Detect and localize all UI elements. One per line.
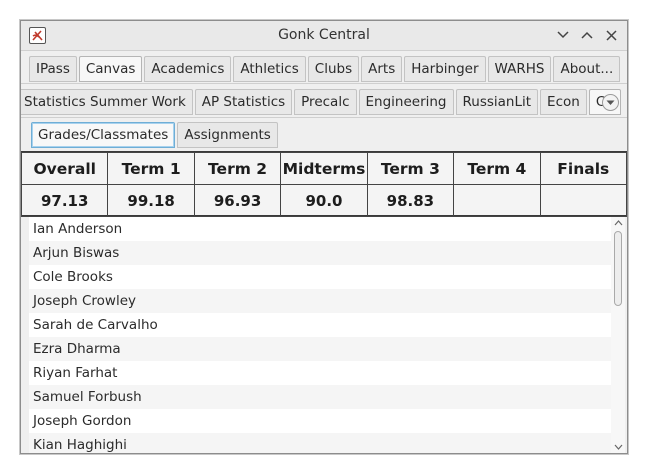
window-title: Gonk Central <box>278 27 370 43</box>
list-item[interactable]: Ezra Dharma <box>29 337 611 361</box>
sub-tab-bar: Grades/Classmates Assignments <box>21 118 627 150</box>
list-item[interactable]: Cole Brooks <box>29 265 611 289</box>
vertical-scrollbar[interactable] <box>611 217 625 453</box>
grade-value-term-2: 96.93 <box>193 184 282 217</box>
title-bar[interactable]: Gonk Central <box>21 21 627 51</box>
classmates-list[interactable]: Ian Anderson Arjun Biswas Cole Brooks Josep… <box>29 217 625 453</box>
tab-athletics[interactable]: Athletics <box>233 56 306 82</box>
grade-header-term-4: Term 4 <box>453 152 541 185</box>
grade-header-finals: Finals <box>539 152 627 185</box>
tab-overflow-chevron-down-icon[interactable] <box>602 94 619 111</box>
tab-clubs[interactable]: Clubs <box>307 56 360 82</box>
list-item[interactable]: Riyan Farhat <box>29 361 611 385</box>
list-item[interactable]: Kian Haghighi <box>29 433 611 453</box>
subtab-assignments[interactable]: Assignments <box>177 122 278 148</box>
scrollbar-thumb[interactable] <box>614 231 622 306</box>
grade-header-term-2: Term 2 <box>193 152 282 185</box>
list-item[interactable]: Samuel Forbush <box>29 385 611 409</box>
grade-header-term-1: Term 1 <box>107 152 195 185</box>
grade-value-term-4 <box>453 184 541 217</box>
scroll-up-icon[interactable] <box>613 218 623 228</box>
grade-value-midterms: 90.0 <box>280 184 368 217</box>
grade-value-term-3: 98.83 <box>366 184 455 217</box>
tab-academics[interactable]: Academics <box>144 56 232 82</box>
tab-precalc[interactable]: Precalc <box>294 89 357 115</box>
close-icon[interactable] <box>603 26 619 44</box>
tab-statistics-summer-work[interactable]: Statistics Summer Work <box>21 89 193 115</box>
tab-about[interactable]: About... <box>553 56 621 82</box>
grade-header-term-3: Term 3 <box>366 152 455 185</box>
list-item[interactable]: Sarah de Carvalho <box>29 313 611 337</box>
grade-header-midterms: Midterms <box>280 152 368 185</box>
main-tab-bar: IPass Canvas Academics Athletics Clubs Arts Ha… <box>21 51 627 84</box>
tab-russianlit[interactable]: RussianLit <box>455 89 539 115</box>
grades-table: Overall Term 1 Term 2 Midterms Term 3 Term 4F… <box>21 151 627 217</box>
grade-header-overall: Overall <box>21 152 109 185</box>
minimize-icon[interactable] <box>555 26 571 44</box>
subtab-grades-classmates[interactable]: Grades/Classmates <box>31 122 176 148</box>
list-item[interactable]: Arjun Biswas <box>29 241 611 265</box>
list-item[interactable]: Ian Anderson <box>29 217 611 241</box>
tab-harbinger[interactable]: Harbinger <box>404 56 486 82</box>
maximize-icon[interactable] <box>579 26 595 44</box>
tab-arts[interactable]: Arts <box>361 56 403 82</box>
tab-warhs[interactable]: WARHS <box>487 56 552 82</box>
tab-ap-statistics[interactable]: AP Statistics <box>194 89 293 115</box>
tab-econ[interactable]: Econ <box>540 89 587 115</box>
tab-canvas[interactable]: Canvas <box>78 56 143 82</box>
grade-value-term-1: 99.18 <box>107 184 195 217</box>
list-item[interactable]: Joseph Gordon <box>29 409 611 433</box>
app-window: Gonk Central IPass Canvas Academics Athleti… <box>20 20 628 454</box>
course-tab-bar: Statistics Summer Work AP Statistics Preca… <box>21 84 627 118</box>
grade-value-overall: 97.13 <box>21 184 109 217</box>
tab-engineering[interactable]: Engineering <box>358 89 454 115</box>
tab-ipass[interactable]: IPass <box>29 56 77 82</box>
scroll-down-icon[interactable] <box>613 442 623 452</box>
list-item[interactable]: Joseph Crowley <box>29 289 611 313</box>
grade-value-finals <box>539 184 627 217</box>
